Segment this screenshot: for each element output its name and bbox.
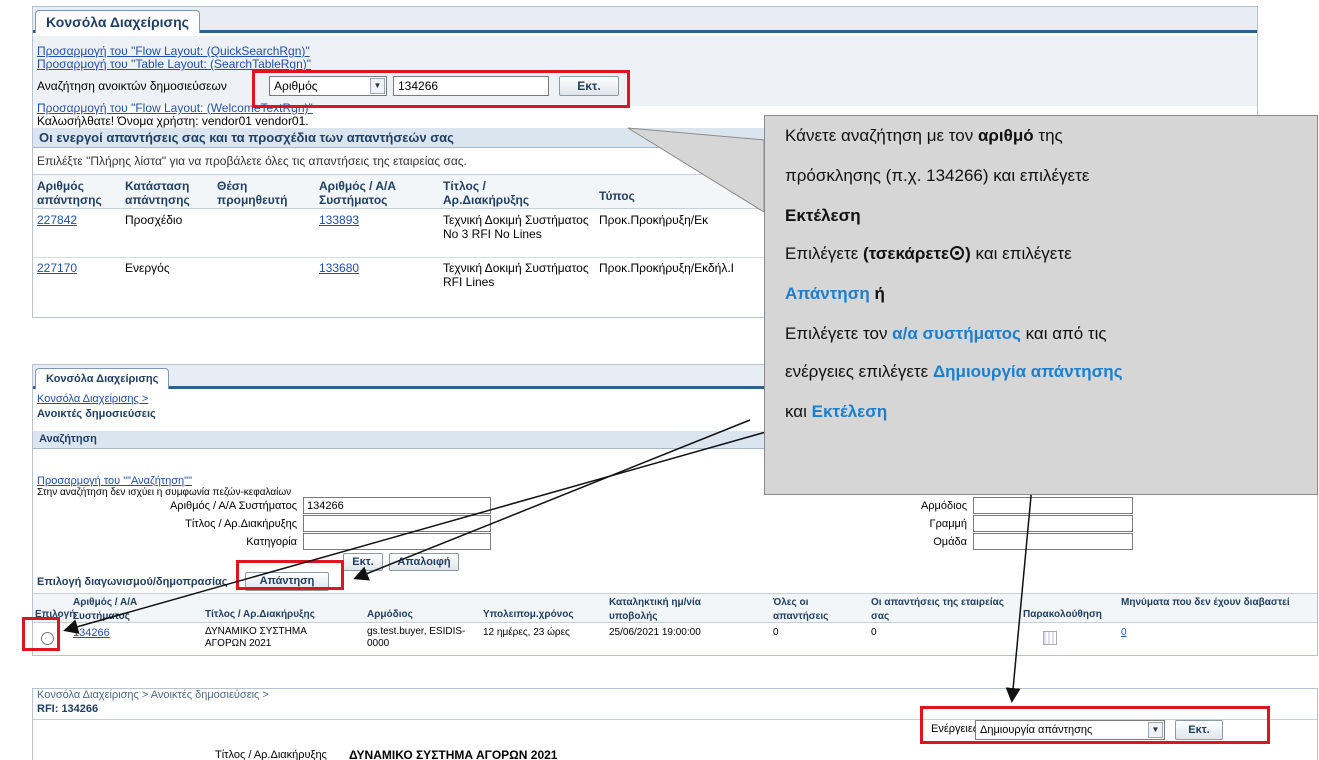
response-link-2[interactable]: 227170	[37, 261, 77, 275]
result-sys-link[interactable]: 134266	[73, 626, 110, 640]
clear-button[interactable]: Απαλοιφή	[389, 553, 459, 571]
selection-label: Επιλογή διαγωνισμού/δημοπρασίας	[37, 576, 228, 588]
system-link-2[interactable]: 133680	[319, 261, 359, 275]
tab-admin-console-2[interactable]: Κονσόλα Διαχείρισης	[35, 368, 170, 389]
col-all-responses: Όλες οι απαντήσεις	[773, 597, 829, 622]
callout-line-1: Κάνετε αναζήτηση με τον αριθμό της	[785, 126, 1063, 145]
result-company: 0	[871, 627, 877, 638]
col-deadline: Καταληκτική ημ/νία υποβολής	[609, 597, 701, 622]
callout-line-7: ενέργειες επιλέγετε Δημιουργία απάντησης	[785, 362, 1123, 381]
answer-button[interactable]: Απάντηση	[245, 572, 329, 591]
customize-table-link[interactable]: Προσαρμογή του "Table Layout: (SearchTab…	[37, 57, 311, 71]
actions-go-button[interactable]: Εκτ.	[1175, 720, 1223, 740]
system-link-1[interactable]: 133893	[319, 213, 359, 227]
bottom-breadcrumb[interactable]: Κονσόλα Διαχείρισης > Ανοικτές δημοσιεύσ…	[37, 689, 269, 701]
col-title-2: Τίτλος / Αρ.Διακήρυξης	[205, 609, 315, 620]
response-link-1[interactable]: 227842	[37, 213, 77, 227]
customize-search-link[interactable]: Προσαρμογή του ""Αναζήτηση""	[37, 475, 192, 487]
group-input[interactable]	[973, 533, 1133, 550]
type-1: Προκ.Προκήρυξη/Εκ	[599, 213, 709, 227]
result-deadline: 25/06/2021 19:00:00	[609, 627, 701, 638]
callout-line-3: Εκτέλεση	[785, 206, 861, 225]
full-list-hint: Επιλέξτε "Πλήρης λίστα" για να προβάλετε…	[37, 154, 467, 168]
actions-label: Ενέργειες	[931, 723, 979, 735]
callout-line-5: Απάντηση ή	[785, 284, 885, 303]
category-label: Κατηγορία	[246, 536, 297, 548]
actions-value: Δημιουργία απάντησης	[980, 724, 1093, 736]
monitor-grid-icon[interactable]	[1043, 631, 1057, 645]
customize-quicksearch-link[interactable]: Προσαρμογή του "Flow Layout: (QuickSearc…	[37, 44, 310, 58]
radio-selected-icon	[950, 246, 965, 260]
result-title: ΔΥΝΑΜΙΚΟ ΣΥΣΤΗΜΑ ΑΓΟΡΩΝ 2021	[205, 626, 307, 649]
category-input[interactable]	[303, 533, 491, 550]
sys-number-label: Αριθμός / Α/Α Συστήματος	[169, 500, 297, 512]
search-type-select[interactable]: Αριθμός ▼	[269, 76, 387, 96]
col-unread: Μηνύματα που δεν έχουν διαβαστεί	[1121, 597, 1290, 608]
sys-number-input[interactable]: 134266	[303, 497, 491, 514]
customize-welcome-link[interactable]: Προσαρμογή του "Flow Layout: (WelcomeTex…	[37, 101, 313, 115]
top-tabbar: Κονσόλα Διαχείρισης	[33, 7, 1257, 33]
group-label: Ομάδα	[933, 536, 967, 548]
col-company-responses: Οι απαντήσεις της εταιρείας σας	[871, 597, 1004, 622]
col-sys-number: Αριθμός / Α/Α Συστήματος	[73, 597, 138, 622]
title-1: Τεχνική Δοκιμή Συστήματος No 3 RFI No Li…	[443, 213, 589, 241]
col-supplier-position: Θέση προμηθευτή	[217, 179, 288, 207]
bottom-title-value: ΔΥΝΑΜΙΚΟ ΣΥΣΤΗΜΑ ΑΓΟΡΩΝ 2021	[349, 748, 558, 760]
bottom-title-label: Τίτλος / Αρ.Διακήρυξης	[215, 749, 327, 760]
go-button[interactable]: Εκτ.	[559, 76, 619, 96]
status-2: Ενεργός	[125, 261, 170, 275]
result-remaining: 12 ημέρες, 23 ώρες	[483, 627, 570, 638]
search-type-value: Αριθμός	[274, 79, 318, 93]
breadcrumb-link[interactable]: Κονσόλα Διαχείρισης >	[37, 393, 148, 405]
result-unread-link[interactable]: 0	[1121, 626, 1127, 640]
chevron-down-icon: ▼	[1148, 722, 1163, 738]
welcome-text: Καλωσήλθατε! Όνομα χρήστη: vendor01 vend…	[37, 114, 309, 128]
status-1: Προσχέδιο	[125, 213, 183, 227]
type-2: Προκ.Προκήρυξη/Εκδήλ.I	[599, 261, 734, 275]
search-input[interactable]: 134266	[393, 76, 549, 96]
col-response-status: Κατάσταση απάντησης	[125, 179, 190, 207]
buyer-label: Αρμόδιος	[920, 500, 967, 512]
title-2: Τεχνική Δοκιμή Συστήματος RFI Lines	[443, 261, 589, 289]
col-type: Τύπος	[599, 189, 635, 203]
col-system-number: Αριθμός / Α/Α Συστήματος	[319, 179, 397, 207]
col-remaining: Υπολειπομ.χρόνος	[483, 609, 574, 620]
title-label: Τίτλος / Αρ.Διακήρυξης	[185, 518, 297, 530]
result-all: 0	[773, 627, 779, 638]
line-input[interactable]	[973, 515, 1133, 532]
callout-line-6: Επιλέγετε τον α/α συστήματος και από τις	[785, 324, 1107, 343]
rfi-title: RFI: 134266	[37, 703, 99, 715]
callout-line-4: Επιλέγετε (τσεκάρετε) και επιλέγετε	[785, 244, 1072, 263]
result-buyer: gs.test.buyer, ESIDIS-0000	[367, 626, 466, 649]
search-go-button[interactable]: Εκτ.	[343, 553, 383, 571]
line-label: Γραμμή	[929, 518, 967, 530]
col-title: Τίτλος / Αρ.Διακήρυξης	[443, 179, 530, 207]
title-input[interactable]	[303, 515, 491, 532]
page-title: Ανοικτές δημοσιεύσεις	[37, 408, 156, 420]
instruction-callout: Κάνετε αναζήτηση με τον αριθμό της πρόσκ…	[764, 115, 1318, 495]
callout-line-2: πρόσκλησης (π.χ. 134266) και επιλέγετε	[785, 166, 1090, 185]
select-radio[interactable]	[41, 632, 54, 645]
col-monitoring: Παρακολούθηση	[1023, 609, 1102, 620]
search-open-label: Αναζήτηση ανοικτών δημοσιεύσεων	[37, 79, 227, 93]
callout-line-8: και Εκτέλεση	[785, 402, 888, 421]
actions-select[interactable]: Δημιουργία απάντησης ▼	[975, 720, 1165, 740]
bottom-panel: Κονσόλα Διαχείρισης > Ανοικτές δημοσιεύσ…	[32, 688, 1318, 760]
tab-admin-console[interactable]: Κονσόλα Διαχείρισης	[35, 10, 200, 33]
chevron-down-icon: ▼	[370, 78, 385, 94]
buyer-input[interactable]	[973, 497, 1133, 514]
col-buyer: Αρμόδιος	[367, 609, 413, 620]
case-note: Στην αναζήτηση δεν ισχύει η συμφωνία πεζ…	[37, 487, 292, 498]
col-select: Επιλογή	[35, 609, 76, 620]
col-response-number: Αριθμός απάντησης	[37, 179, 102, 207]
